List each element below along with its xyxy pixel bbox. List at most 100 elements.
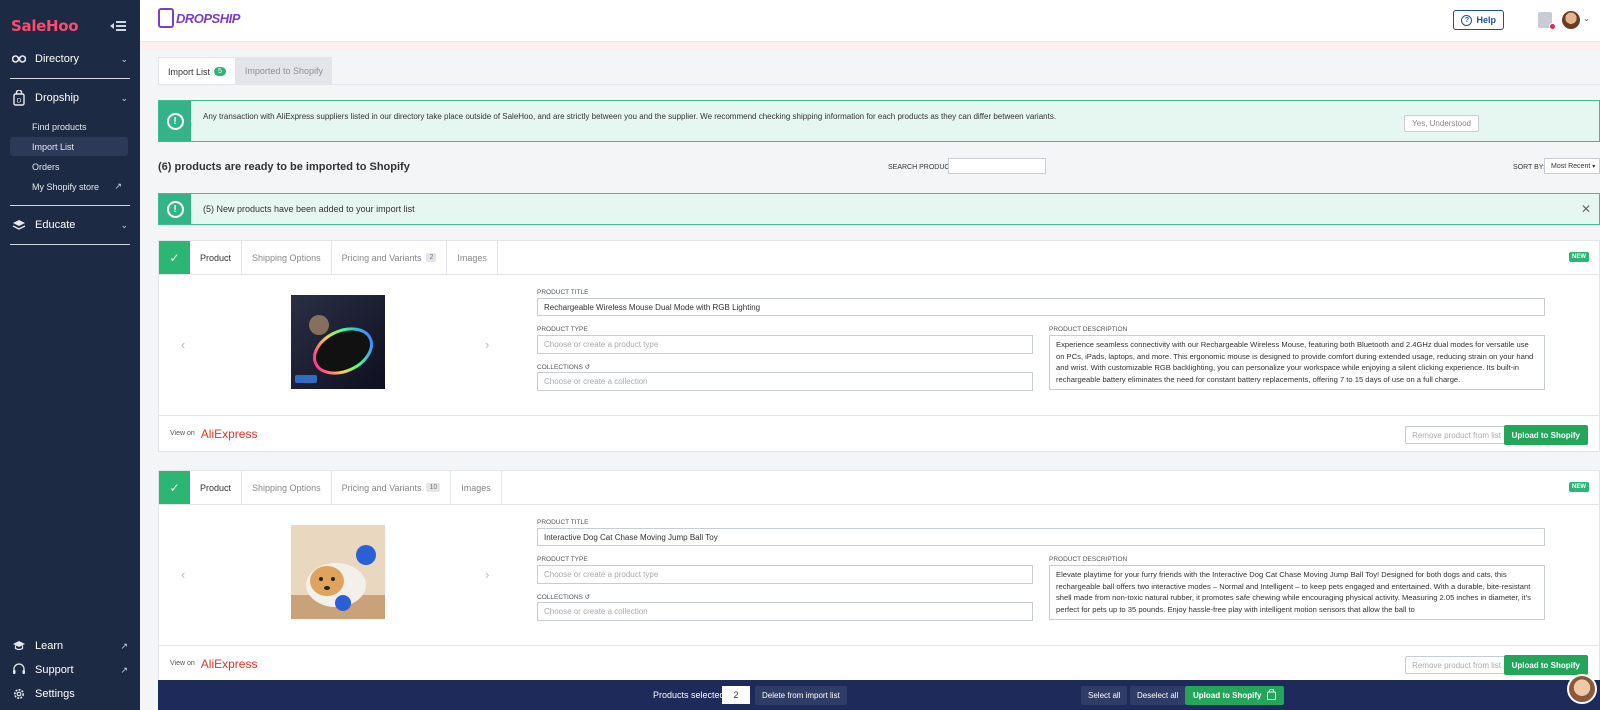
select-all-button[interactable]: Select all [1081, 686, 1128, 705]
list-toolbar: (6) products are ready to be imported to… [158, 158, 1600, 176]
graduation-cap-icon [12, 639, 26, 653]
tab-imported-to-shopify[interactable]: Imported to Shopify [235, 57, 332, 85]
tab-shipping-options[interactable]: Shipping Options [242, 241, 332, 274]
chevron-right-icon[interactable]: › [485, 567, 489, 582]
top-bar: DROPSHIP ? Help ⌄ [140, 0, 1600, 42]
import-count-badge: 5 [214, 67, 226, 76]
new-products-notice: ! (5) New products have been added to yo… [158, 193, 1600, 225]
announcement-strip [140, 42, 1600, 50]
nav-directory[interactable]: Directory ⌄ [10, 40, 130, 78]
product-title-input[interactable]: Interactive Dog Cat Chase Moving Jump Ba… [537, 528, 1545, 546]
info-icon: ! [159, 194, 191, 224]
yes-understood-button[interactable]: Yes, Understood [1404, 114, 1479, 132]
chevron-down-icon[interactable]: ⌄ [1583, 14, 1590, 23]
notification-dot [1549, 23, 1556, 30]
tab-images[interactable]: Images [451, 471, 502, 504]
chevron-down-icon: ⌄ [120, 92, 128, 103]
close-icon[interactable]: ✕ [1581, 202, 1591, 216]
shopify-bag-icon [1267, 688, 1277, 702]
tab-pricing-variants[interactable]: Pricing and Variants 2 [332, 241, 448, 274]
chevron-down-icon: ⌄ [120, 219, 128, 230]
chevron-right-icon[interactable]: › [485, 337, 489, 352]
nav-educate[interactable]: Educate ⌄ [10, 206, 130, 244]
remove-product-button[interactable]: Remove product from list [1405, 656, 1508, 674]
sidebar: SaleHoo Directory ⌄ D Dropship ⌄ Find pr… [0, 0, 140, 710]
chevron-down-icon: ⌄ [120, 53, 128, 64]
delete-from-import-list-button[interactable]: Delete from import list [755, 686, 847, 705]
new-badge: NEW [1569, 482, 1589, 492]
page-heading: (6) products are ready to be imported to… [158, 161, 410, 173]
dropship-logo[interactable]: DROPSHIP [158, 8, 240, 28]
collections-input[interactable]: Choose or create a collection [537, 372, 1033, 391]
aliexpress-link[interactable]: AliExpress [201, 657, 258, 671]
external-link-icon: ↗ [120, 664, 128, 675]
user-avatar[interactable] [1562, 11, 1580, 29]
upload-to-shopify-button[interactable]: Upload to Shopify [1503, 655, 1588, 675]
upload-to-shopify-button[interactable]: Upload to Shopify [1503, 425, 1588, 445]
product-card-tabs: ✓ Product Shipping Options Pricing and V… [159, 241, 1599, 275]
chevron-left-icon[interactable]: ‹ [181, 337, 185, 352]
help-button[interactable]: ? Help [1453, 10, 1504, 30]
support-chat-avatar[interactable] [1567, 674, 1597, 704]
product-type-input[interactable]: Choose or create a product type [537, 565, 1033, 584]
selected-check-icon[interactable]: ✓ [159, 471, 190, 504]
external-link-icon: ↗ [120, 640, 128, 651]
shopping-bag-icon [158, 8, 174, 28]
selected-check-icon[interactable]: ✓ [159, 241, 190, 274]
external-link-icon: ↗ [114, 181, 122, 191]
product-description-textarea[interactable]: Elevate playtime for your furry friends … [1049, 565, 1545, 620]
product-title-input[interactable]: Rechargeable Wireless Mouse Dual Mode wi… [537, 298, 1545, 316]
product-image-dog-ball [291, 525, 385, 619]
deselect-all-button[interactable]: Deselect all [1130, 686, 1186, 705]
headset-icon [12, 663, 26, 677]
aliexpress-notice: ! Any transaction with AliExpress suppli… [158, 100, 1600, 142]
tab-import-list[interactable]: Import List 5 [158, 57, 236, 85]
nav-support[interactable]: Support ↗ [10, 658, 130, 682]
books-icon [12, 218, 26, 232]
cart-icon[interactable] [1538, 12, 1556, 30]
tab-product[interactable]: Product [190, 241, 243, 274]
sort-select[interactable]: Most Recent ▾ [1544, 158, 1600, 174]
collapse-sidebar-icon[interactable] [110, 20, 126, 32]
product-image-mouse [291, 295, 385, 389]
nav-orders[interactable]: Orders [10, 157, 128, 176]
product-card: ✓ Product Shipping Options Pricing and V… [158, 240, 1600, 452]
remove-product-button[interactable]: Remove product from list [1405, 426, 1508, 444]
collections-input[interactable]: Choose or create a collection [537, 602, 1033, 621]
product-card: ✓ Product Shipping Options Pricing and V… [158, 470, 1600, 682]
product-type-input[interactable]: Choose or create a product type [537, 335, 1033, 354]
tab-images[interactable]: Images [447, 241, 498, 274]
nav-learn[interactable]: Learn ↗ [10, 634, 130, 658]
tab-shipping-options[interactable]: Shipping Options [242, 471, 332, 504]
refresh-icon[interactable]: ↺ [585, 364, 590, 371]
question-icon: ? [1461, 14, 1473, 26]
product-card-tabs: ✓ Product Shipping Options Pricing and V… [159, 471, 1599, 505]
main-content: Import List 5 Imported to Shopify ! Any … [158, 57, 1600, 682]
dropship-bag-icon: D [12, 90, 26, 106]
nav-find-products[interactable]: Find products [10, 117, 128, 136]
nav-settings[interactable]: Settings [10, 682, 130, 706]
info-icon: ! [159, 101, 191, 141]
tab-product[interactable]: Product [190, 471, 243, 504]
chevron-left-icon[interactable]: ‹ [181, 567, 185, 582]
nav-import-list[interactable]: Import List [10, 137, 128, 156]
refresh-icon[interactable]: ↺ [585, 594, 590, 601]
product-description-textarea[interactable]: Experience seamless connectivity with ou… [1049, 335, 1545, 390]
variant-count: 2 [426, 253, 437, 262]
aliexpress-link[interactable]: AliExpress [201, 427, 258, 441]
gear-icon [12, 687, 26, 701]
new-badge: NEW [1569, 252, 1589, 262]
search-products-input[interactable] [948, 158, 1046, 174]
nav-dropship[interactable]: D Dropship ⌄ [10, 79, 130, 117]
tab-pricing-variants[interactable]: Pricing and Variants 10 [332, 471, 452, 504]
binoculars-icon [12, 52, 26, 66]
salehoo-logo[interactable]: SaleHoo [11, 17, 79, 35]
selected-count: 2 [722, 686, 750, 704]
bulk-upload-to-shopify-button[interactable]: Upload to Shopify [1185, 686, 1285, 705]
import-tabs: Import List 5 Imported to Shopify [158, 57, 1600, 85]
chevron-down-icon: ▾ [1592, 163, 1596, 170]
nav-my-shopify-store[interactable]: My Shopify store ↗ [10, 177, 128, 196]
bulk-action-bar: Products selected 2 Delete from import l… [158, 680, 1600, 710]
svg-text:D: D [17, 98, 22, 105]
variant-count: 10 [426, 483, 441, 492]
